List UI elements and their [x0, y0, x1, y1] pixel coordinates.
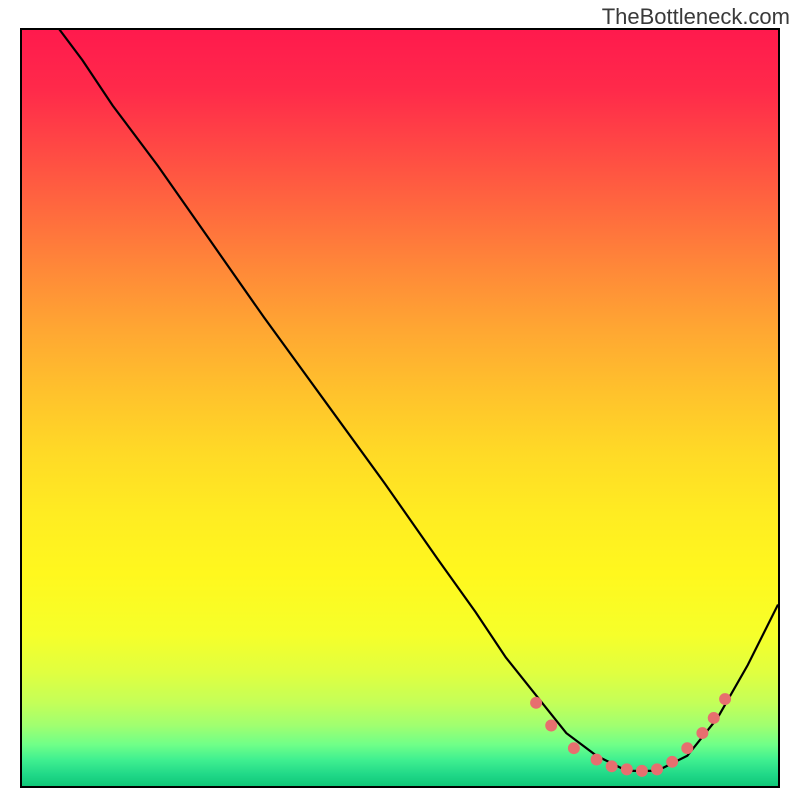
fit-marker	[666, 756, 678, 768]
watermark-text: TheBottleneck.com	[602, 4, 790, 30]
fit-marker	[708, 712, 720, 724]
fit-marker	[591, 754, 603, 766]
fit-marker	[681, 742, 693, 754]
plot-svg	[22, 30, 778, 786]
fit-marker	[530, 697, 542, 709]
fit-marker	[568, 742, 580, 754]
fit-marker	[719, 693, 731, 705]
gradient-background	[22, 30, 778, 786]
plot-area	[20, 28, 780, 788]
fit-marker	[651, 763, 663, 775]
fit-marker	[545, 720, 557, 732]
chart-container: TheBottleneck.com	[0, 0, 800, 800]
fit-marker	[696, 727, 708, 739]
fit-marker	[621, 763, 633, 775]
fit-marker	[636, 765, 648, 777]
fit-marker	[606, 760, 618, 772]
